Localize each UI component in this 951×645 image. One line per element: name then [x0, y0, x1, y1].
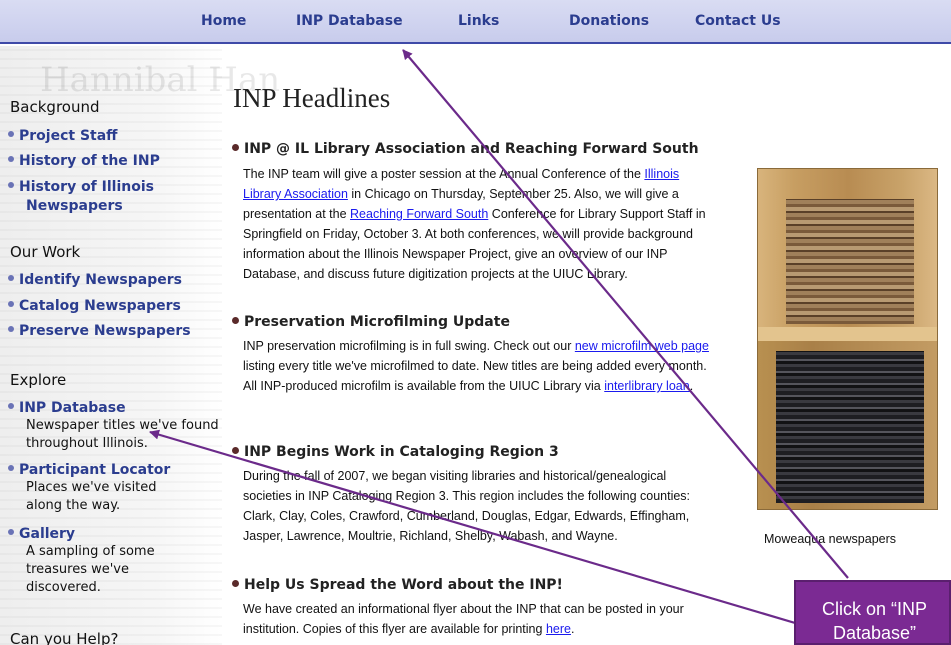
link-interlibrary-loan[interactable]: interlibrary loan [604, 379, 689, 393]
sidebar-heading-can-you-help: Can you Help? [10, 630, 119, 645]
sidebar-item-history-illinois[interactable]: History of Illinois [8, 178, 154, 197]
link-flyer-here[interactable]: here [546, 622, 571, 636]
bullet-icon [232, 447, 239, 454]
callout-text: Click on “INP Database” [821, 599, 928, 643]
bullet-icon [8, 275, 14, 281]
bullet-icon [8, 529, 14, 535]
nav-contact-us[interactable]: Contact Us [695, 13, 781, 29]
sidebar-item-gallery[interactable]: Gallery [8, 525, 75, 544]
sidebar-item-inp-database[interactable]: INP Database [8, 399, 126, 418]
news-heading-2: Preservation Microfilming Update [232, 314, 510, 330]
news-body-1: The INP team will give a poster session … [243, 167, 706, 281]
sidebar: Hannibal Han Background Project Staff Hi… [0, 46, 280, 645]
sidebar-item-preserve[interactable]: Preserve Newspapers [8, 322, 191, 341]
bullet-icon [232, 144, 239, 151]
bullet-icon [8, 403, 14, 409]
sidebar-heading-background: Background [10, 98, 100, 116]
sidebar-item-catalog[interactable]: Catalog Newspapers [8, 297, 181, 316]
nav-inp-database[interactable]: INP Database [296, 13, 403, 29]
sidebar-desc-participant-locator: Places we've visited along the way. [26, 480, 157, 513]
news-heading-4: Help Us Spread the Word about the INP! [232, 577, 563, 593]
sidebar-heading-explore: Explore [10, 371, 67, 389]
bullet-icon [8, 131, 14, 137]
bullet-icon [232, 580, 239, 587]
top-nav-bar: Home INP Database Links Donations Contac… [0, 0, 951, 44]
news-heading-3: INP Begins Work in Cataloging Region 3 [232, 444, 559, 460]
sidebar-desc-inp-database: Newspaper titles we've found throughout … [26, 418, 219, 451]
news-body-3: During the fall of 2007, we began visiti… [243, 469, 691, 543]
nav-home[interactable]: Home [201, 13, 246, 29]
bullet-icon [8, 465, 14, 471]
news-body-4: We have created an informational flyer a… [243, 602, 684, 636]
sidebar-desc-gallery: A sampling of some treasures we've disco… [26, 544, 155, 595]
bullet-icon [232, 317, 239, 324]
sidebar-heading-our-work: Our Work [10, 243, 81, 261]
nav-donations[interactable]: Donations [569, 13, 649, 29]
sidebar-item-history-inp[interactable]: History of the INP [8, 152, 160, 171]
news-body-2: INP preservation microfilming is in full… [243, 339, 709, 393]
bullet-icon [8, 326, 14, 332]
link-reaching-forward-south[interactable]: Reaching Forward South [350, 207, 488, 221]
photo-caption: Moweaqua newspapers [764, 532, 897, 546]
instruction-callout: Click on “INP Database” [794, 580, 951, 645]
link-microfilm-web-page[interactable]: new microfilm web page [575, 339, 709, 353]
sidebar-item-participant-locator[interactable]: Participant Locator [8, 461, 170, 480]
page-title: INP Headlines [233, 83, 391, 113]
sidebar-item-history-illinois-line2[interactable]: Newspapers [26, 197, 123, 216]
news-heading-1: INP @ IL Library Association and Reachin… [232, 141, 699, 157]
bullet-icon [8, 301, 14, 307]
newspapers-photo [757, 168, 938, 510]
nav-links[interactable]: Links [458, 13, 499, 29]
bullet-icon [8, 182, 14, 188]
bullet-icon [8, 156, 14, 162]
sidebar-item-identify[interactable]: Identify Newspapers [8, 271, 182, 290]
sidebar-item-project-staff[interactable]: Project Staff [8, 127, 118, 146]
